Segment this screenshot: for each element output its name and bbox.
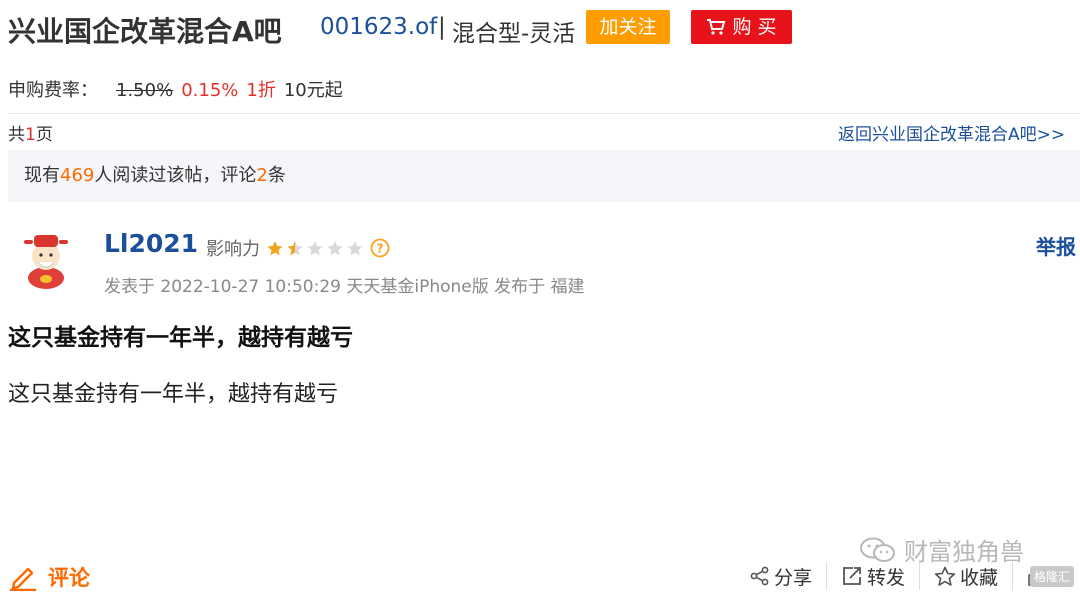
follow-button[interactable]: 加关注 — [586, 10, 670, 44]
stats-suffix: 条 — [267, 165, 286, 186]
share-button[interactable]: 分享 — [736, 563, 826, 590]
share-icon — [750, 566, 769, 586]
page-count: 共1页 — [8, 120, 53, 145]
star-icon — [327, 240, 343, 255]
collect-label: 收藏 — [960, 566, 999, 589]
page-number: 1 — [25, 125, 36, 145]
star-outline-icon — [934, 566, 956, 586]
share-label: 分享 — [774, 566, 813, 589]
avatar[interactable] — [16, 228, 76, 290]
shopping-cart-icon — [707, 19, 726, 35]
username-link[interactable]: Ll2021 — [104, 229, 198, 258]
fee-label: 申购费率： — [8, 80, 98, 101]
bar-title[interactable]: 兴业国企改革混合A吧 — [8, 10, 282, 50]
stats-prefix: 现有 — [24, 165, 60, 186]
report-link[interactable]: 举报 — [1036, 231, 1076, 260]
help-icon[interactable]: ? — [370, 238, 390, 258]
buy-button-label: 购 买 — [732, 16, 777, 38]
like-badge: 格隆汇 — [1030, 566, 1075, 587]
influence-label: 影响力 — [206, 239, 260, 260]
fund-code-link[interactable]: 001623.of — [320, 14, 437, 40]
title-separator: | — [438, 14, 446, 40]
page-prefix: 共 — [8, 125, 25, 145]
fee-row: 申购费率： 1.50% 0.15% 1折 10元起 — [8, 76, 343, 102]
read-stats-bar: 现有469人阅读过该帖，评论2条 — [8, 150, 1080, 202]
post-body: 这只基金持有一年半，越持有越亏 — [8, 382, 339, 407]
fee-discounted: 0.15% — [181, 80, 239, 101]
influence-stars — [266, 240, 364, 257]
wechat-icon — [860, 537, 895, 562]
star-icon — [287, 240, 303, 255]
collect-button[interactable]: 收藏 — [920, 563, 1012, 590]
pencil-icon — [10, 567, 36, 591]
star-icon — [307, 240, 323, 255]
fund-type-label: 混合型-灵活 — [452, 21, 576, 47]
post-title: 这只基金持有一年半，越持有越亏 — [8, 325, 353, 351]
fee-discount: 1折 — [246, 80, 276, 101]
star-icon — [347, 240, 363, 255]
fee-minimum: 10元起 — [283, 80, 343, 101]
svg-text:?: ? — [377, 242, 384, 256]
forward-button[interactable]: 转发 — [827, 563, 919, 590]
comment-button[interactable]: 评论 — [8, 562, 90, 592]
stats-middle: 人阅读过该帖，评论 — [94, 165, 257, 186]
avatar-image — [24, 235, 68, 289]
post-meta: 发表于 2022-10-27 10:50:29 天天基金iPhone版 发布于 … — [104, 277, 585, 297]
reader-count: 469 — [60, 165, 95, 186]
buy-button[interactable]: 购 买 — [691, 10, 792, 44]
post-actions: 分享 转发 收藏 — [736, 562, 1063, 590]
influence: 影响力 ? — [206, 235, 390, 261]
forward-icon — [843, 567, 861, 585]
comment-label: 评论 — [48, 566, 90, 590]
star-icon — [267, 240, 283, 255]
divider — [8, 113, 1080, 114]
fee-original: 1.50% — [116, 80, 174, 101]
forward-label: 转发 — [867, 566, 906, 589]
back-to-bar-link[interactable]: 返回兴业国企改革混合A吧>> — [838, 120, 1065, 145]
comment-count: 2 — [256, 165, 268, 186]
page-suffix: 页 — [35, 125, 53, 145]
